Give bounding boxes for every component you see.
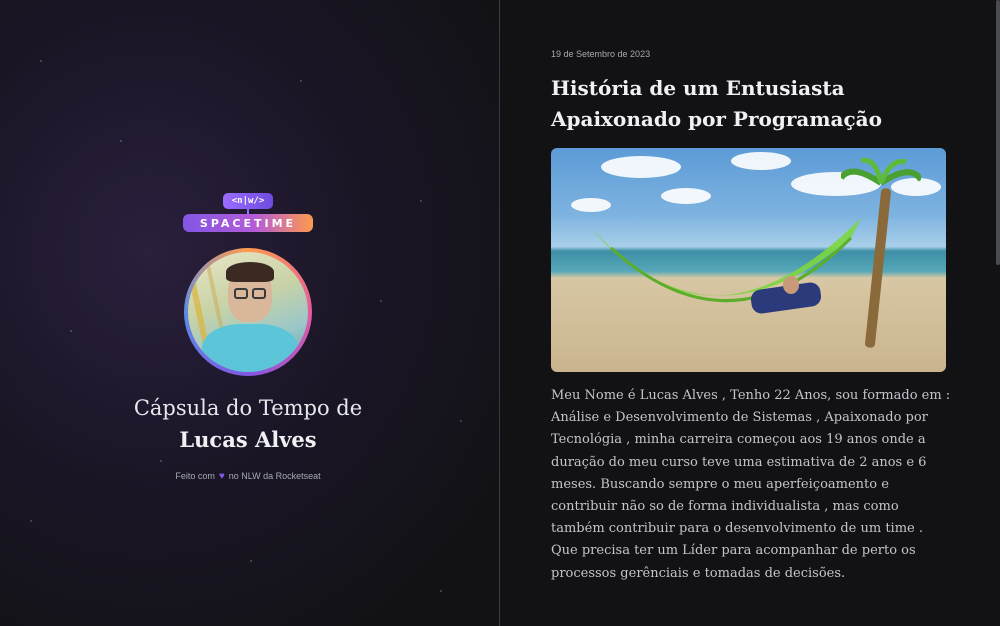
purple-heart-icon: ♥ [218,471,225,482]
logo-tag: <n|w/> [223,193,273,209]
avatar-photo [188,252,308,372]
star [40,60,42,62]
star [70,330,72,332]
person-head [783,276,799,294]
made-with-prefix: Feito com [175,471,215,481]
star [440,590,442,592]
logo-wordmark: SPACETIME [183,214,313,232]
capsule-panel: <n|w/> SPACETIME Cápsula do Tempo de Luc… [0,0,499,626]
hammock-illustration [591,218,861,302]
palm-leaves [841,158,921,186]
star [300,80,302,82]
avatar [184,248,312,376]
star [30,520,32,522]
star [460,420,462,422]
made-with-suffix: no NLW da Rocketseat [228,471,321,481]
made-with-footer: Feito com ♥ no NLW da Rocketseat [100,471,396,482]
spacetime-logo: <n|w/> SPACETIME [183,190,313,234]
capsule-title: Cápsula do Tempo de Lucas Alves [100,393,396,455]
capsule-title-prefix: Cápsula do Tempo de [133,396,363,420]
star [250,560,252,562]
memory-title: História de um Entusiasta Apaixonado por… [551,76,882,131]
star [160,460,162,462]
memory-cover-image [551,148,946,372]
scrollbar-thumb[interactable] [996,0,1000,265]
memory-date: 19 de Setembro de 2023 [551,49,651,59]
memory-body: Meu Nome é Lucas Alves , Tenho 22 Anos, … [551,388,951,581]
capsule-owner-name: Lucas Alves [179,427,317,452]
star [380,300,382,302]
star [120,140,122,142]
star [420,200,422,202]
